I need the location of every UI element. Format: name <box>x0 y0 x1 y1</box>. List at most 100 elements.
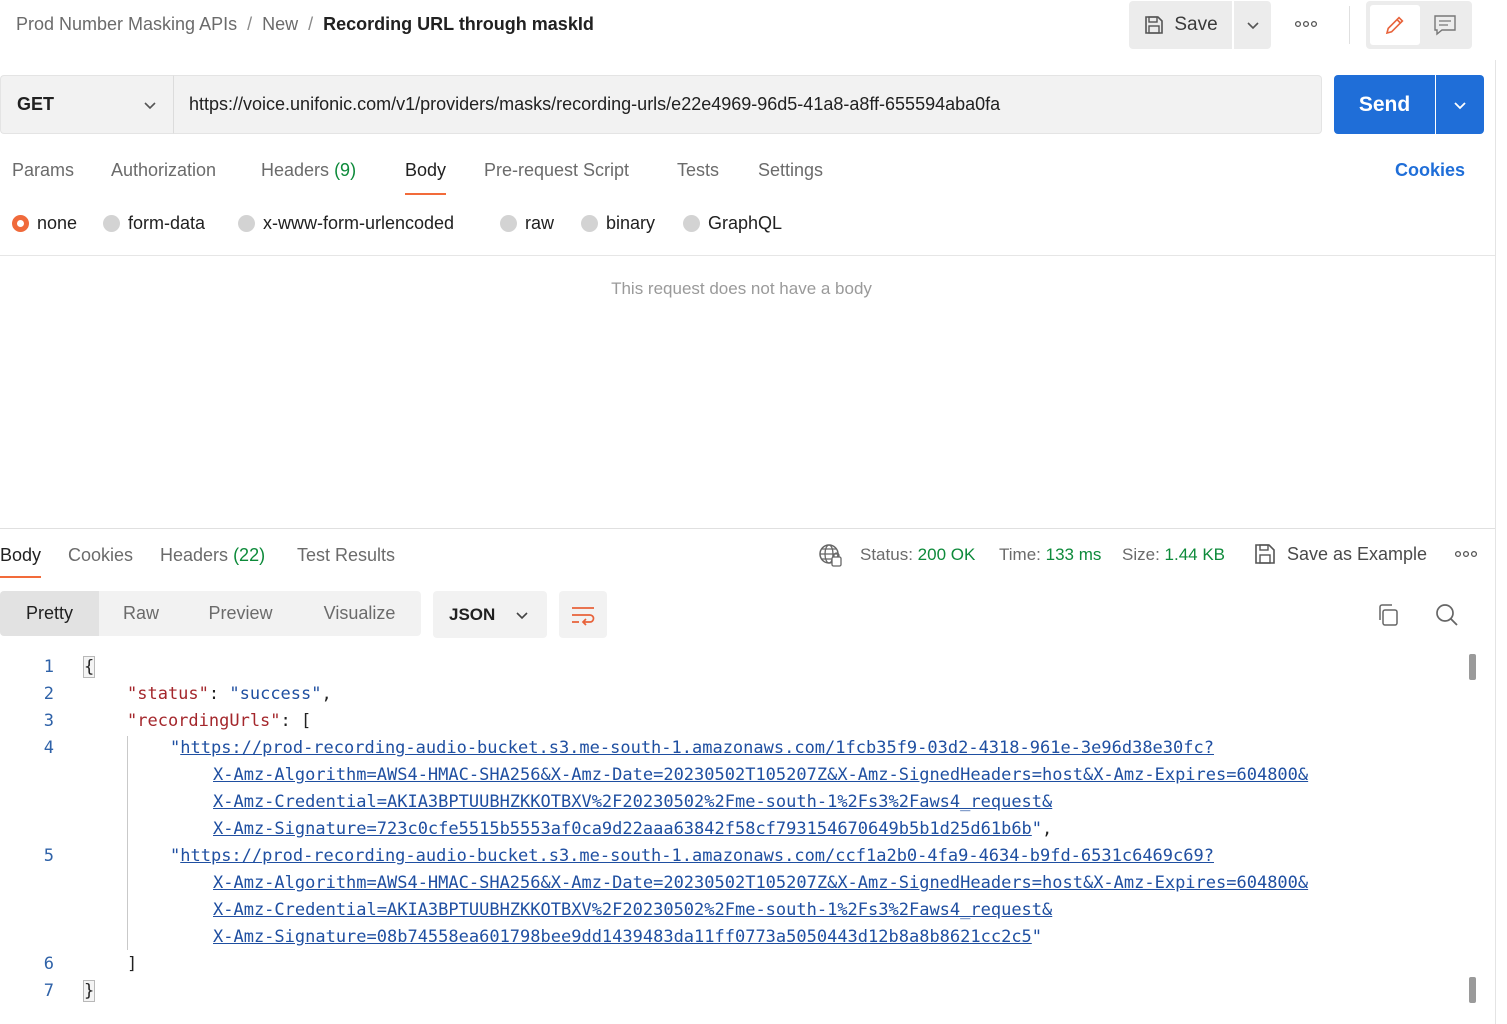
view-pretty[interactable]: Pretty <box>0 591 99 636</box>
save-group: Save <box>1129 1 1271 49</box>
breadcrumb-collection[interactable]: Prod Number Masking APIs <box>16 14 237 34</box>
close-brace: } <box>82 980 96 1002</box>
quote: " <box>170 738 181 758</box>
radio-label: raw <box>525 213 555 233</box>
comments-button[interactable] <box>1422 5 1468 45</box>
send-button[interactable]: Send <box>1334 75 1435 134</box>
response-pane-divider[interactable] <box>0 528 1495 529</box>
view-visualize[interactable]: Visualize <box>298 591 421 636</box>
status-label: Status: <box>860 545 913 564</box>
json-key: "status" <box>127 684 209 704</box>
tab-body[interactable]: Body <box>405 160 447 195</box>
more-dots-icon <box>1454 550 1478 558</box>
edit-mode-button[interactable] <box>1370 5 1420 45</box>
scrollbar-thumb[interactable] <box>1469 654 1476 680</box>
time-label: Time: <box>999 545 1041 564</box>
code-line: X-Amz-Credential=AKIA3BPTUUBHZKKOTBXV%2F… <box>213 792 1052 812</box>
recording-url-link[interactable]: X-Amz-Algorithm=AWS4-HMAC-SHA256&X-Amz-D… <box>213 873 1308 893</box>
radio-binary[interactable]: binary <box>581 213 655 234</box>
response-more-button[interactable] <box>1452 546 1480 562</box>
more-actions-button[interactable] <box>1289 12 1323 36</box>
radio-label: none <box>37 213 78 233</box>
send-options-button[interactable] <box>1436 75 1484 134</box>
radio-form-data[interactable]: form-data <box>103 213 205 234</box>
recording-url-link[interactable]: X-Amz-Credential=AKIA3BPTUUBHZKKOTBXV%2F… <box>213 900 1052 920</box>
response-status[interactable]: Status: 200 OK <box>860 545 975 565</box>
divider <box>0 255 1495 256</box>
tab-headers[interactable]: Headers (9) <box>261 160 356 181</box>
url-input[interactable]: https://voice.unifonic.com/v1/providers/… <box>174 75 1322 134</box>
radio-urlencoded[interactable]: x-www-form-urlencoded <box>238 213 454 234</box>
response-tab-cookies[interactable]: Cookies <box>68 545 133 566</box>
response-tab-test-results[interactable]: Test Results <box>297 545 395 566</box>
quote: " <box>170 846 181 866</box>
status-value: 200 OK <box>917 545 976 564</box>
code-line: } <box>82 980 96 1002</box>
json-string: "success" <box>229 684 322 704</box>
format-select[interactable]: JSON <box>433 591 547 638</box>
format-label: JSON <box>449 604 496 624</box>
view-preview[interactable]: Preview <box>183 591 298 636</box>
wrap-lines-icon <box>572 606 595 626</box>
recording-url-link[interactable]: X-Amz-Signature=723c0cfe5515b5553af0ca9d… <box>213 819 1032 839</box>
scrollbar-thumb[interactable] <box>1469 977 1476 1003</box>
search-icon[interactable] <box>1434 602 1460 628</box>
cookies-link[interactable]: Cookies <box>1395 160 1465 181</box>
code-line: X-Amz-Credential=AKIA3BPTUUBHZKKOTBXV%2F… <box>213 900 1052 920</box>
mode-switcher <box>1366 1 1472 49</box>
code-line: X-Amz-Signature=08b74558ea601798bee9dd14… <box>213 927 1042 947</box>
radio-label: binary <box>606 213 656 233</box>
more-dots-icon <box>1294 20 1318 28</box>
tab-headers-label: Headers <box>261 160 330 180</box>
breadcrumb-folder[interactable]: New <box>262 14 298 34</box>
response-size[interactable]: Size: 1.44 KB <box>1122 545 1225 565</box>
method-select[interactable]: GET <box>0 75 174 134</box>
header: Prod Number Masking APIs / New / Recording U… <box>0 0 1507 52</box>
save-as-example-button[interactable]: Save as Example <box>1253 542 1427 566</box>
response-tab-body[interactable]: Body <box>0 545 42 578</box>
network-globe-icon[interactable] <box>817 542 843 568</box>
open-brace: { <box>82 656 96 678</box>
view-raw[interactable]: Raw <box>99 591 183 636</box>
line-number: 4 <box>43 738 54 758</box>
recording-url-link[interactable]: https://prod-recording-audio-bucket.s3.m… <box>180 846 1214 866</box>
wrap-lines-button[interactable] <box>559 591 607 638</box>
radio-graphql[interactable]: GraphQL <box>683 213 782 234</box>
save-icon <box>1255 544 1275 564</box>
save-button[interactable]: Save <box>1129 1 1232 49</box>
chevron-down-icon <box>1454 101 1466 109</box>
response-time[interactable]: Time: 133 ms <box>999 545 1101 565</box>
breadcrumb-separator: / <box>308 14 314 34</box>
tab-params[interactable]: Params <box>12 160 74 181</box>
line-number: 3 <box>43 711 54 731</box>
code-line: "https://prod-recording-audio-bucket.s3.… <box>170 846 1214 866</box>
save-icon <box>1145 16 1164 34</box>
request-title[interactable]: Recording URL through maskId <box>323 14 594 34</box>
method-label: GET <box>17 94 55 114</box>
copy-icon[interactable] <box>1375 602 1401 628</box>
recording-url-link[interactable]: https://prod-recording-audio-bucket.s3.m… <box>180 738 1214 758</box>
recording-url-link[interactable]: X-Amz-Credential=AKIA3BPTUUBHZKKOTBXV%2F… <box>213 792 1052 812</box>
quote: " <box>1031 927 1043 947</box>
radio-dot <box>238 215 255 232</box>
code-line: X-Amz-Algorithm=AWS4-HMAC-SHA256&X-Amz-D… <box>213 765 1308 785</box>
tab-prerequest-script[interactable]: Pre-request Script <box>484 160 629 181</box>
recording-url-link[interactable]: X-Amz-Algorithm=AWS4-HMAC-SHA256&X-Amz-D… <box>213 765 1308 785</box>
recording-url-link[interactable]: X-Amz-Signature=08b74558ea601798bee9dd14… <box>213 927 1032 947</box>
code-line: ] <box>127 954 137 974</box>
response-tab-headers[interactable]: Headers (22) <box>160 545 265 566</box>
comment-icon <box>1434 15 1456 36</box>
radio-none[interactable]: none <box>12 213 77 234</box>
tab-tests[interactable]: Tests <box>677 160 719 181</box>
save-as-example-label: Save as Example <box>1287 543 1428 564</box>
radio-label: form-data <box>128 213 206 233</box>
tab-headers-count: (9) <box>334 160 357 180</box>
code-line: "https://prod-recording-audio-bucket.s3.… <box>170 738 1214 758</box>
toolbar-divider <box>1349 6 1350 44</box>
tab-settings[interactable]: Settings <box>758 160 823 181</box>
tab-authorization[interactable]: Authorization <box>111 160 216 181</box>
code-line: { <box>82 656 96 678</box>
radio-raw[interactable]: raw <box>500 213 554 234</box>
save-options-button[interactable] <box>1234 1 1271 49</box>
line-number: 1 <box>43 657 54 677</box>
